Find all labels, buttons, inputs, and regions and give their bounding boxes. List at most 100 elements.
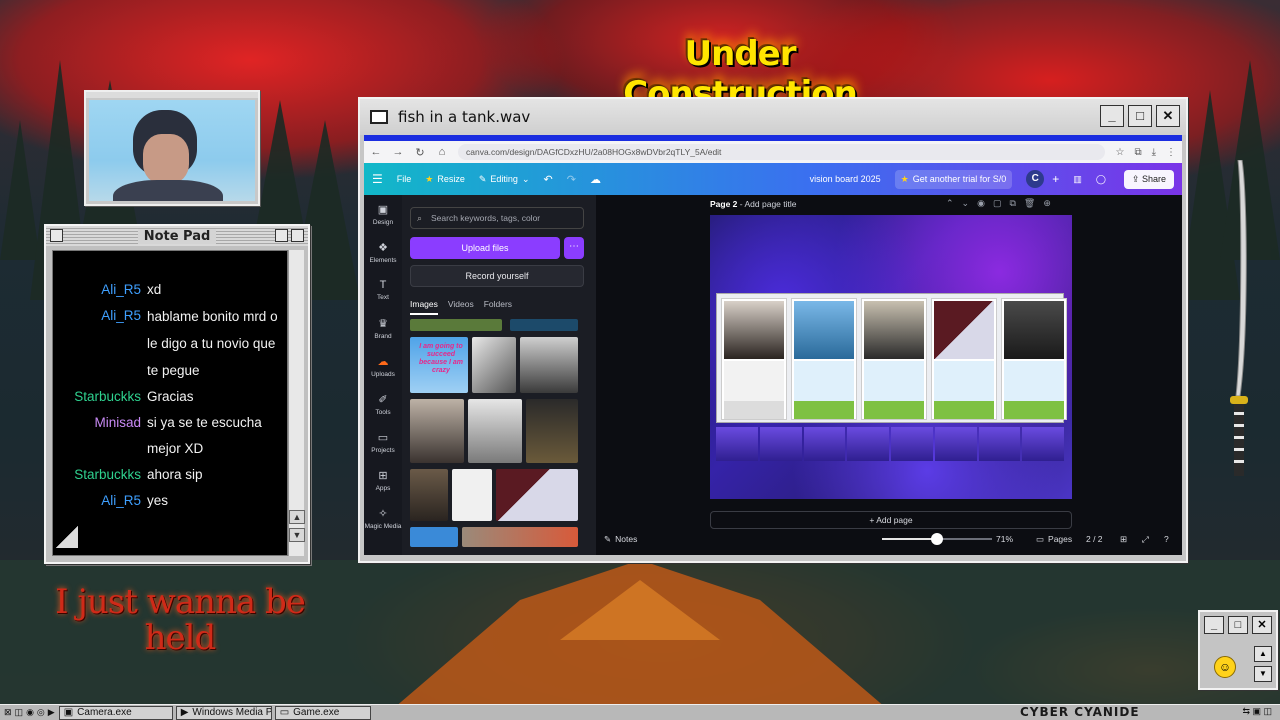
notepad-scrollbar[interactable]: ▲ ▼ <box>288 250 305 556</box>
photo-board[interactable] <box>716 293 1067 423</box>
notepad-titlebar[interactable]: Note Pad <box>46 226 308 246</box>
webcam-titlebar[interactable] <box>86 92 258 98</box>
help-icon[interactable]: ? <box>1164 534 1169 544</box>
sidebar-item-apps[interactable]: ⊞ Apps <box>364 461 402 499</box>
chevron-down-icon[interactable]: ⌄ <box>962 198 970 209</box>
scroll-down-arrow[interactable]: ▼ <box>1254 666 1272 682</box>
comments-icon[interactable]: ◯ <box>1096 174 1106 185</box>
analytics-icon[interactable]: ▥ <box>1073 174 1082 185</box>
sidebar-item-tools[interactable]: ✐ Tools <box>364 385 402 423</box>
sidebar-item-brand[interactable]: ♛ Brand <box>364 309 402 347</box>
board-photo[interactable] <box>1001 298 1067 420</box>
bookmark-star-icon[interactable]: ☆ <box>1115 147 1124 158</box>
board-photo[interactable] <box>861 298 927 420</box>
board-photo[interactable] <box>791 298 857 420</box>
back-icon[interactable]: ← <box>370 146 382 158</box>
forward-icon[interactable]: → <box>392 146 404 158</box>
avatar[interactable]: C <box>1026 170 1045 188</box>
eye-icon[interactable]: ◉ <box>977 198 985 209</box>
cloud-save-icon[interactable]: ☁ <box>590 173 601 186</box>
minimize-button[interactable]: _ <box>1100 105 1124 127</box>
editing-menu[interactable]: ✎ Editing ⌄ <box>479 174 530 185</box>
main-window-titlebar[interactable]: fish in a tank.wav _ □ ✕ <box>360 99 1186 135</box>
image-thumbnail[interactable] <box>496 469 578 521</box>
taskbar-item-media-player[interactable]: ▶ Windows Media Pla <box>175 705 272 720</box>
grid-view-icon[interactable]: ⊞ <box>1120 534 1127 545</box>
image-thumbnail[interactable] <box>410 527 458 547</box>
notepad-window[interactable]: Note Pad Ali_R5 xd Ali_R5 hablame bonito… <box>44 224 310 564</box>
file-menu[interactable]: File <box>397 174 412 184</box>
chevron-up-icon[interactable]: ⌃ <box>946 198 954 209</box>
trial-button[interactable]: ★ Get another trial for S/0 <box>894 169 1013 189</box>
add-collaborator-icon[interactable]: + <box>1052 172 1059 186</box>
hamburger-menu-icon[interactable]: ☰ <box>372 172 383 186</box>
notepad-minimize-box[interactable] <box>291 229 304 242</box>
maximize-button[interactable]: □ <box>1228 616 1248 634</box>
quicklaunch-icon[interactable]: ◉ <box>26 707 34 718</box>
redo-icon[interactable]: ↷ <box>567 173 576 186</box>
start-icon[interactable]: ⊠ <box>4 707 12 718</box>
scroll-down-arrow[interactable]: ▼ <box>289 528 305 542</box>
vision-board-page[interactable] <box>710 215 1072 499</box>
duplicate-icon[interactable]: ⧉ <box>1009 198 1015 209</box>
image-thumbnail[interactable] <box>462 527 578 547</box>
address-bar[interactable]: canva.com/design/DAGfCDxzHU/2a08HOGx8wDV… <box>458 144 1106 160</box>
image-thumbnail[interactable] <box>410 469 448 521</box>
browser-menu-icon[interactable]: ⋮ <box>1166 147 1176 158</box>
zoom-slider-handle[interactable] <box>930 533 943 545</box>
tab-videos[interactable]: Videos <box>448 299 474 315</box>
image-thumbnail[interactable] <box>410 399 464 463</box>
sidebar-item-design[interactable]: ▣ Design <box>364 195 402 233</box>
tray-widget-window[interactable]: _ □ ✕ ☺ ▲ ▼ <box>1198 610 1278 690</box>
image-thumbnail[interactable] <box>526 399 578 463</box>
fullscreen-icon[interactable]: ⤢ <box>1142 534 1149 545</box>
sidebar-item-uploads[interactable]: ☁ Uploads <box>364 347 402 385</box>
notepad-maximize-box[interactable] <box>275 229 288 242</box>
pages-button[interactable]: ▭ Pages <box>1036 534 1072 545</box>
zoom-level[interactable]: 71% <box>996 534 1013 544</box>
board-photo[interactable] <box>721 298 787 420</box>
image-thumbnail[interactable] <box>410 319 502 331</box>
maximize-button[interactable]: □ <box>1128 105 1152 127</box>
quicklaunch-icon[interactable]: ◎ <box>37 707 45 718</box>
quicklaunch-icon[interactable]: ◫ <box>15 707 24 718</box>
undo-icon[interactable]: ↶ <box>544 173 553 186</box>
sidebar-item-projects[interactable]: ▭ Projects <box>364 423 402 461</box>
image-thumbnail[interactable] <box>452 469 492 521</box>
board-photo[interactable] <box>931 298 997 420</box>
scroll-up-arrow[interactable]: ▲ <box>1254 646 1272 662</box>
close-button[interactable]: ✕ <box>1252 616 1272 634</box>
add-page-icon[interactable]: ⊕ <box>1043 198 1051 209</box>
notepad-close-box[interactable] <box>50 229 63 242</box>
tab-images[interactable]: Images <box>410 299 438 315</box>
taskbar-item-camera[interactable]: ▣ Camera.exe <box>58 705 173 720</box>
image-thumbnail[interactable] <box>510 319 578 331</box>
page-title[interactable]: Page 2 - Add page title <box>710 199 797 209</box>
lock-icon[interactable]: ▢ <box>993 198 1002 209</box>
webcam-window[interactable] <box>84 90 260 206</box>
sidebar-item-magic-media[interactable]: ✧ Magic Media <box>364 499 402 537</box>
record-yourself-button[interactable]: Record yourself <box>410 265 584 287</box>
quicklaunch-icon[interactable]: ▶ <box>48 707 55 718</box>
search-input[interactable]: ⌕ Search keywords, tags, color <box>410 207 584 229</box>
more-options-icon[interactable]: ⋯ <box>564 237 584 259</box>
minimize-button[interactable]: _ <box>1204 616 1224 634</box>
resize-grip-icon[interactable] <box>56 526 78 548</box>
sidebar-item-text[interactable]: T Text <box>364 271 402 309</box>
home-icon[interactable]: ⌂ <box>436 146 448 158</box>
image-thumbnail[interactable] <box>520 337 578 393</box>
image-thumbnail[interactable] <box>472 337 516 393</box>
close-button[interactable]: ✕ <box>1156 105 1180 127</box>
notes-button[interactable]: ✎ Notes <box>604 534 637 545</box>
extensions-icon[interactable]: ⧉ <box>1134 147 1141 158</box>
upload-files-button[interactable]: Upload files <box>410 237 560 259</box>
resize-menu[interactable]: ★ Resize <box>425 174 465 185</box>
reload-icon[interactable]: ↻ <box>414 146 426 159</box>
taskbar-item-game[interactable]: ▭ Game.exe <box>274 705 371 720</box>
add-page-title[interactable]: - Add page title <box>740 199 797 209</box>
main-window[interactable]: fish in a tank.wav _ □ ✕ ← → ↻ ⌂ canva.c… <box>358 97 1188 563</box>
sidebar-item-elements[interactable]: ❖ Elements <box>364 233 402 271</box>
scroll-up-arrow[interactable]: ▲ <box>289 510 305 524</box>
design-title[interactable]: vision board 2025 <box>810 174 881 184</box>
image-thumbnail[interactable]: I am going to succeed because I am crazy <box>410 337 468 393</box>
